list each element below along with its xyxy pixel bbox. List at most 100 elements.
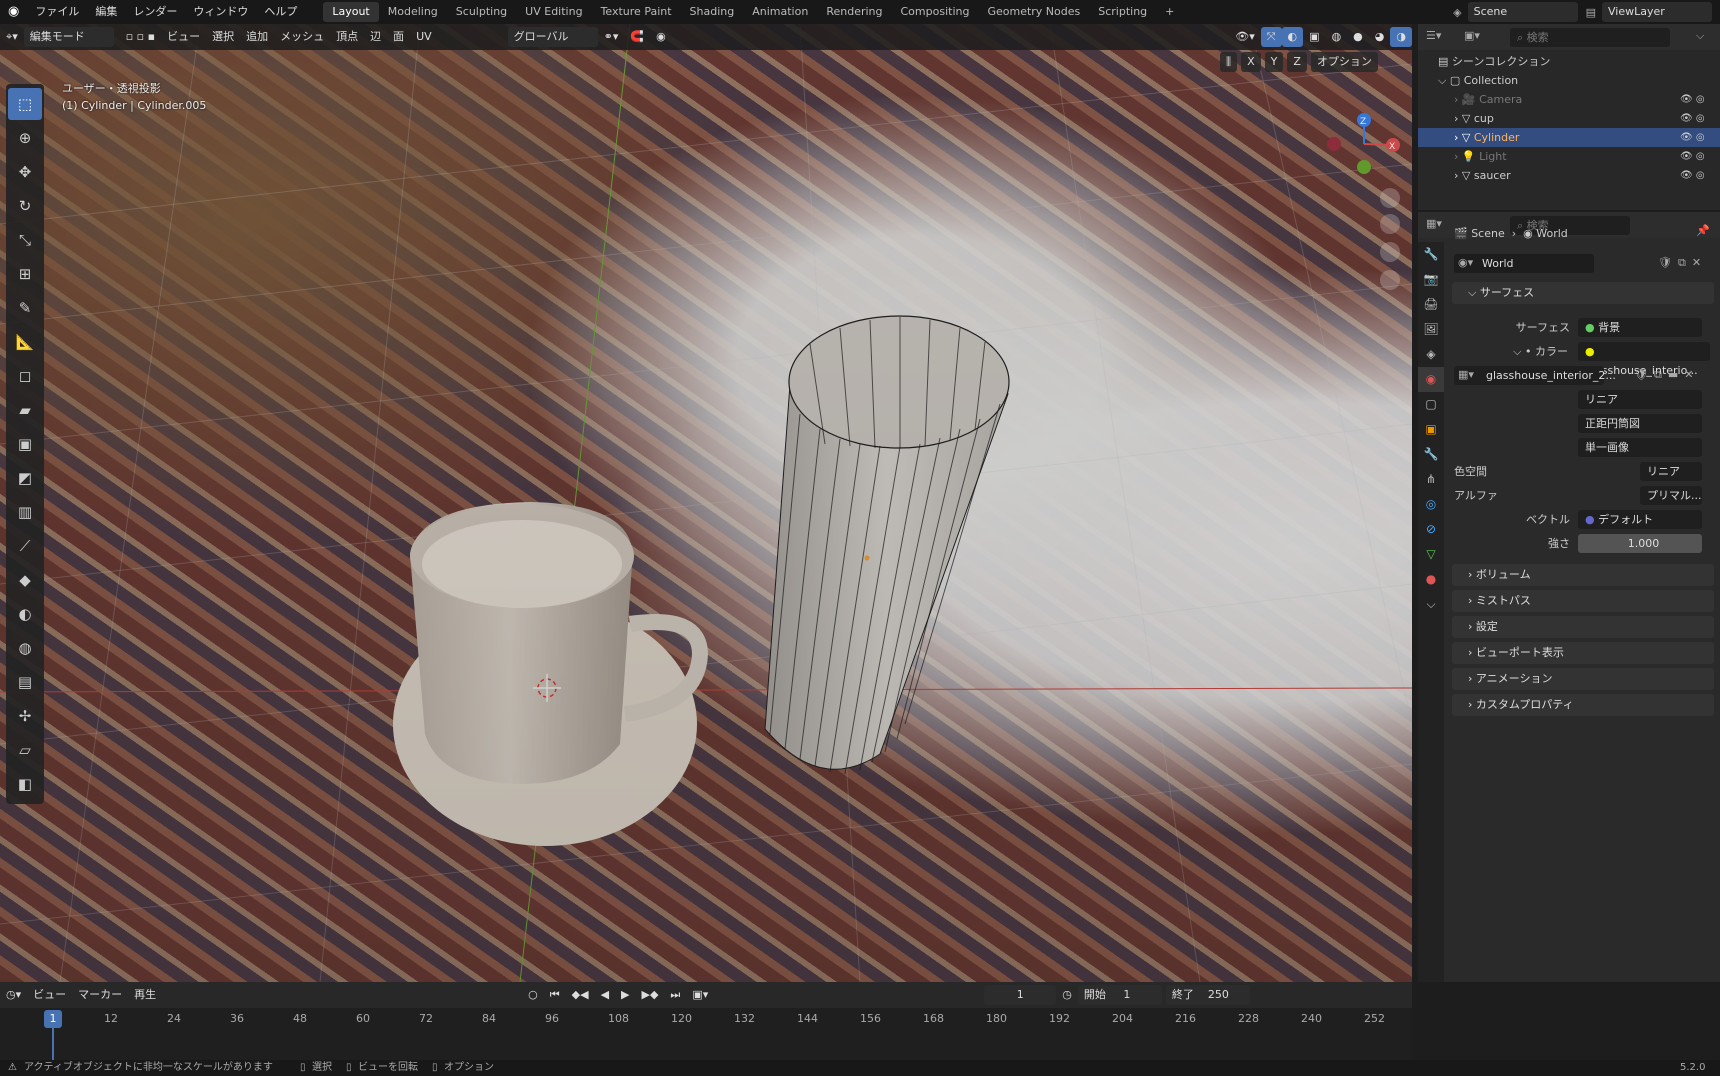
inset-icon[interactable]: ▣ [8, 428, 42, 460]
surface-panel-header[interactable]: ⌵ サーフェス [1452, 282, 1714, 304]
output-tab-icon[interactable]: 🖨 [1418, 292, 1444, 317]
rip-icon[interactable]: ◧ [8, 768, 42, 800]
keying-icon[interactable]: ○ [522, 985, 544, 1005]
tab-uv-editing[interactable]: UV Editing [516, 2, 591, 22]
view-layer-tab-icon[interactable]: 🖼 [1418, 317, 1444, 342]
menu-face[interactable]: 面 [387, 27, 410, 47]
shading-material-icon[interactable]: ◕ [1369, 27, 1391, 47]
scene-tab-icon[interactable]: ◈ [1418, 342, 1444, 367]
world-selector[interactable]: World [1454, 254, 1594, 273]
shading-solid-icon[interactable]: ● [1347, 27, 1369, 47]
tab-modeling[interactable]: Modeling [379, 2, 447, 22]
world-tab-icon[interactable]: ◉ [1418, 367, 1444, 392]
mirror-icon[interactable]: ⫼ [1220, 52, 1238, 72]
jump-start-icon[interactable]: ⏮ [544, 985, 566, 1005]
menu-file[interactable]: ファイル [27, 0, 87, 24]
cursor-tool-icon[interactable]: ⊕ [8, 122, 42, 154]
tab-shading[interactable]: Shading [681, 2, 744, 22]
tab-rendering[interactable]: Rendering [817, 2, 891, 22]
play-icon[interactable]: ▶ [615, 985, 635, 1005]
colorspace-dropdown[interactable]: リニア Re... [1640, 462, 1702, 497]
scene-selector[interactable]: Scene [1467, 2, 1578, 22]
scene-icon[interactable]: ◈ [1453, 6, 1461, 19]
object-tab-icon[interactable]: ▣ [1418, 417, 1444, 442]
axis-y-toggle[interactable]: Y [1264, 52, 1284, 72]
tab-sculpting[interactable]: Sculpting [447, 2, 516, 22]
timeline-menu-view[interactable]: ビュー [27, 985, 72, 1005]
move-tool-icon[interactable]: ✥ [8, 156, 42, 188]
annotate-tool-icon[interactable]: ✎ [8, 292, 42, 324]
measure-tool-icon[interactable]: 📐 [8, 326, 42, 358]
modifier-tab-icon[interactable]: 🔧 [1418, 442, 1444, 467]
xray-icon[interactable]: ▣ [1303, 27, 1325, 47]
timeline-menu-playback[interactable]: 再生 [128, 985, 162, 1005]
source-dropdown[interactable]: 単一画像 [1578, 438, 1702, 457]
add-workspace-icon[interactable]: + [1156, 2, 1183, 22]
menu-window[interactable]: ウィンドウ [185, 0, 256, 24]
shading-rendered-icon[interactable]: ◑ [1390, 27, 1412, 47]
vector-dropdown[interactable]: ● デフォルト [1578, 510, 1702, 529]
poly-build-icon[interactable]: ◆ [8, 564, 42, 596]
menu-help[interactable]: ヘルプ [256, 0, 305, 24]
editor-type-icon[interactable]: ⌖▾ [0, 27, 24, 47]
select-mode-icons[interactable]: ▫ ▫ ▪ [120, 27, 161, 47]
visibility-icon[interactable]: 👁▾ [1229, 27, 1261, 47]
menu-edit[interactable]: 編集 [87, 0, 125, 24]
blender-logo-icon[interactable]: ◉ [0, 0, 27, 24]
constraints-tab-icon[interactable]: ⊘ [1418, 517, 1444, 542]
start-frame-field[interactable]: 開始 1 [1077, 985, 1162, 1005]
extrude-icon[interactable]: ▰ [8, 394, 42, 426]
play-reverse-icon[interactable]: ◀ [595, 985, 615, 1005]
add-cube-icon[interactable]: ◻ [8, 360, 42, 392]
tab-animation[interactable]: Animation [743, 2, 817, 22]
volume-panel-header[interactable]: › ボリューム [1452, 564, 1714, 586]
menu-edge[interactable]: 辺 [364, 27, 387, 47]
mist-pass-panel-header[interactable]: › ミストパス [1452, 590, 1714, 612]
shading-wireframe-icon[interactable]: ◍ [1326, 27, 1348, 47]
scale-tool-icon[interactable]: ⤡ [8, 224, 42, 256]
interpolation-dropdown[interactable]: リニア [1578, 390, 1702, 409]
strength-field[interactable]: 1.000 [1578, 534, 1702, 553]
tab-texture-paint[interactable]: Texture Paint [592, 2, 681, 22]
transform-tool-icon[interactable]: ⊞ [8, 258, 42, 290]
tab-geometry-nodes[interactable]: Geometry Nodes [978, 2, 1089, 22]
axis-x-toggle[interactable]: X [1241, 52, 1261, 72]
knife-icon[interactable]: ⟋ [8, 530, 42, 562]
collection-tab-icon[interactable]: ▢ [1418, 392, 1444, 417]
snap-icon[interactable]: 🧲 [624, 27, 650, 47]
tab-layout[interactable]: Layout [323, 2, 379, 22]
physics-tab-icon[interactable]: ◎ [1418, 492, 1444, 517]
animation-panel-header[interactable]: › アニメーション [1452, 668, 1714, 690]
image-type-icon[interactable]: ▦▾ [1458, 368, 1474, 381]
overlay-icon[interactable]: ◐ [1281, 27, 1304, 47]
scene-collection-row[interactable]: ▤ シーンコレクション [1438, 52, 1718, 71]
shear-icon[interactable]: ▱ [8, 734, 42, 766]
tab-scripting[interactable]: Scripting [1089, 2, 1156, 22]
projection-dropdown[interactable]: 正距円筒図 [1578, 414, 1702, 433]
viewport-display-panel-header[interactable]: › ビューポート表示 [1452, 642, 1714, 664]
menu-select[interactable]: 選択 [206, 27, 240, 47]
current-frame-field[interactable]: 1 [984, 985, 1057, 1005]
axis-z-toggle[interactable]: Z [1287, 52, 1307, 72]
shrink-fatten-icon[interactable]: ✢ [8, 700, 42, 732]
frame-ruler[interactable]: 1 12 24 36 48 60 72 84 96 108 120 132 144 156 168 180 1… [0, 1008, 1412, 1062]
clock-icon[interactable]: ◷ [1056, 985, 1078, 1005]
pin-icon[interactable]: 📌 [1696, 224, 1710, 237]
collection-row[interactable]: ⌵ ▢ Collection [1438, 71, 1718, 90]
alpha-dropdown[interactable]: プリマル... [1640, 486, 1702, 505]
prev-key-icon[interactable]: ◆◀ [566, 985, 595, 1005]
proportional-edit-icon[interactable]: ◉ [650, 27, 672, 47]
properties-type-icon[interactable]: ▦▾ [1426, 217, 1442, 230]
transform-orientation[interactable]: グローバル [507, 27, 598, 47]
smooth-icon[interactable]: ◍ [8, 632, 42, 664]
options-dropdown[interactable]: オプション [1310, 52, 1378, 72]
end-frame-field[interactable]: 終了 250 [1165, 985, 1250, 1005]
menu-add[interactable]: 追加 [240, 27, 274, 47]
bevel-icon[interactable]: ◩ [8, 462, 42, 494]
custom-properties-panel-header[interactable]: › カスタムプロパティ [1452, 694, 1714, 716]
material-tab-icon[interactable]: ● [1418, 567, 1444, 592]
edge-slide-icon[interactable]: ▤ [8, 666, 42, 698]
image-selector[interactable]: glasshouse_interior_2... [1454, 366, 1616, 385]
playhead[interactable]: 1 [44, 1010, 62, 1028]
visibility-eye-icons[interactable]: 👁 ◎ 👁 ◎ 👁 ◎ 👁 ◎ 👁 ◎ [1680, 90, 1716, 185]
